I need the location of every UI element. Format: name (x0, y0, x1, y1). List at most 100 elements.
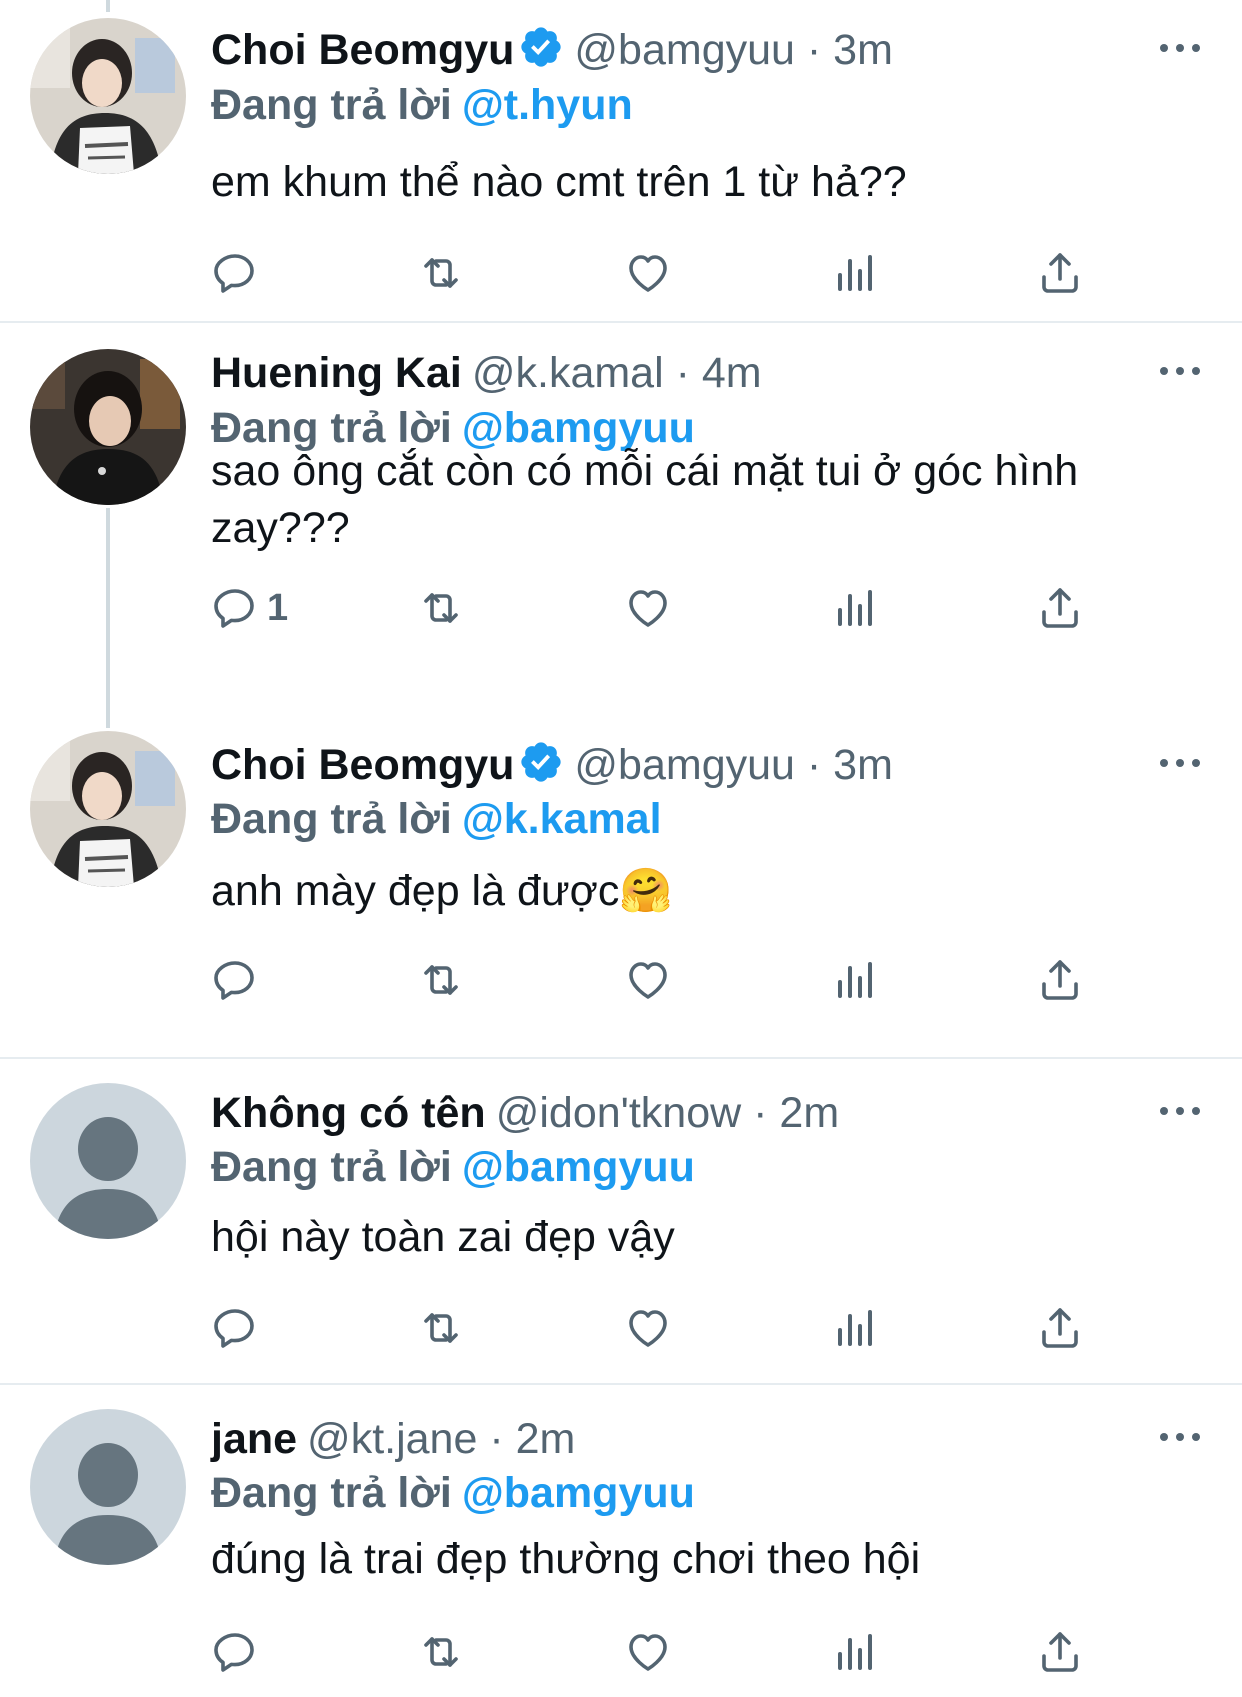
retweet-button[interactable] (417, 583, 465, 633)
avatar[interactable] (30, 731, 186, 887)
like-button[interactable] (624, 1303, 672, 1353)
share-button[interactable] (1036, 955, 1084, 1005)
display-name[interactable]: Huening Kai (211, 349, 462, 397)
reply-button[interactable] (211, 1303, 267, 1353)
tweet[interactable]: Không có tên @idon'tknow · 2m Đang trả lờ… (0, 1059, 1242, 1383)
like-button[interactable] (624, 1627, 672, 1677)
reply-button[interactable] (211, 1627, 267, 1677)
replying-to-label: Đang trả lời (211, 81, 452, 129)
analytics-button[interactable] (830, 583, 878, 633)
mention-link[interactable]: @t.hyun (462, 81, 633, 129)
action-bar (211, 1303, 1111, 1353)
reply-button[interactable] (211, 248, 267, 298)
replying-to-label: Đang trả lời (211, 795, 452, 843)
more-options-icon[interactable] (1160, 1427, 1200, 1447)
reply-icon (214, 1633, 254, 1672)
like-button[interactable] (624, 248, 672, 298)
analytics-button[interactable] (830, 248, 878, 298)
replying-to: Đang trả lời @bamgyuu (211, 1467, 695, 1519)
avatar[interactable] (30, 1083, 186, 1239)
replying-to: Đang trả lời @k.kamal (211, 793, 662, 845)
user-handle[interactable]: @bamgyuu (574, 26, 795, 74)
reply-button[interactable] (211, 955, 267, 1005)
reply-icon (214, 589, 254, 628)
replying-to-label: Đang trả lời (211, 1469, 452, 1517)
reply-icon (214, 961, 254, 1000)
tweet[interactable]: Choi Beomgyu @bamgyuu · 3m Đang trả lời @k… (0, 713, 1242, 1057)
replying-to: Đang trả lời @bamgyuu (211, 1141, 695, 1193)
like-button[interactable] (624, 583, 672, 633)
tweet[interactable]: jane @kt.jane · 2m Đang trả lời @bamgyuu đ… (0, 1385, 1242, 1697)
timestamp[interactable]: · 4m (676, 349, 762, 397)
retweet-icon (424, 593, 458, 623)
tweet-header: jane @kt.jane · 2m (211, 1413, 575, 1465)
share-button[interactable] (1036, 248, 1084, 298)
more-options-icon[interactable] (1160, 753, 1200, 773)
more-options-icon[interactable] (1160, 361, 1200, 381)
analytics-icon (838, 255, 872, 291)
more-options-icon[interactable] (1160, 1101, 1200, 1121)
tweet[interactable]: Huening Kai @k.kamal · 4m Đang trả lời @ba… (0, 323, 1242, 703)
retweet-icon (424, 1313, 458, 1343)
avatar[interactable] (30, 1409, 186, 1565)
analytics-button[interactable] (830, 1627, 878, 1677)
user-handle[interactable]: @k.kamal (472, 349, 664, 397)
like-button[interactable] (624, 955, 672, 1005)
like-icon (629, 962, 667, 999)
timestamp[interactable]: · 2m (753, 1089, 839, 1137)
timestamp[interactable]: · 3m (807, 26, 893, 74)
display-name[interactable]: Choi Beomgyu (211, 26, 514, 74)
replying-to-label: Đang trả lời (211, 1143, 452, 1191)
share-icon (1042, 253, 1078, 293)
reply-icon (214, 254, 254, 293)
tweet[interactable]: Choi Beomgyu @bamgyuu · 3m Đang trả lời @t… (0, 0, 1242, 322)
default-avatar-icon (30, 1083, 186, 1239)
display-name[interactable]: Không có tên (211, 1089, 486, 1137)
mention-link[interactable]: @bamgyuu (462, 1469, 695, 1517)
analytics-button[interactable] (830, 955, 878, 1005)
share-icon (1042, 960, 1078, 1000)
display-name[interactable]: jane (211, 1415, 297, 1463)
retweet-button[interactable] (417, 1627, 465, 1677)
tweet-text: anh mày đẹp là được🤗 (211, 867, 673, 915)
user-handle[interactable]: @bamgyuu (574, 741, 795, 789)
analytics-button[interactable] (830, 1303, 878, 1353)
verified-badge-icon (518, 739, 564, 797)
share-icon (1042, 1632, 1078, 1672)
retweet-button[interactable] (417, 248, 465, 298)
reply-icon (214, 1309, 254, 1348)
share-icon (1042, 1308, 1078, 1348)
profile-photo (30, 349, 186, 505)
retweet-icon (424, 258, 458, 288)
more-options-icon[interactable] (1160, 38, 1200, 58)
action-bar: 1 (211, 583, 1111, 633)
analytics-icon (838, 1634, 872, 1670)
share-button[interactable] (1036, 1627, 1084, 1677)
like-icon (629, 1634, 667, 1671)
share-icon (1042, 588, 1078, 628)
reply-button[interactable]: 1 (211, 583, 288, 633)
retweet-button[interactable] (417, 1303, 465, 1353)
profile-photo (30, 18, 186, 174)
share-button[interactable] (1036, 1303, 1084, 1353)
tweet-text: sao ông cắt còn có mỗi cái mặt tui ở góc… (211, 447, 1079, 552)
mention-link[interactable]: @k.kamal (462, 795, 662, 843)
timestamp[interactable]: · 2m (489, 1415, 575, 1463)
avatar[interactable] (30, 349, 186, 505)
share-button[interactable] (1036, 583, 1084, 633)
analytics-icon (838, 590, 872, 626)
tweet-header: Huening Kai @k.kamal · 4m (211, 347, 762, 399)
verified-badge-icon (518, 24, 564, 82)
mention-link[interactable]: @bamgyuu (462, 1143, 695, 1191)
retweet-button[interactable] (417, 955, 465, 1005)
timestamp[interactable]: · 3m (807, 741, 893, 789)
tweet-header: Không có tên @idon'tknow · 2m (211, 1087, 839, 1139)
retweet-icon (424, 965, 458, 995)
avatar[interactable] (30, 18, 186, 174)
tweet-text: đúng là trai đẹp thường chơi theo hội (211, 1535, 921, 1583)
display-name[interactable]: Choi Beomgyu (211, 741, 514, 789)
tweet-header: Choi Beomgyu @bamgyuu · 3m (211, 24, 893, 82)
user-handle[interactable]: @kt.jane (307, 1415, 477, 1463)
user-handle[interactable]: @idon'tknow (496, 1089, 742, 1137)
like-icon (629, 590, 667, 627)
